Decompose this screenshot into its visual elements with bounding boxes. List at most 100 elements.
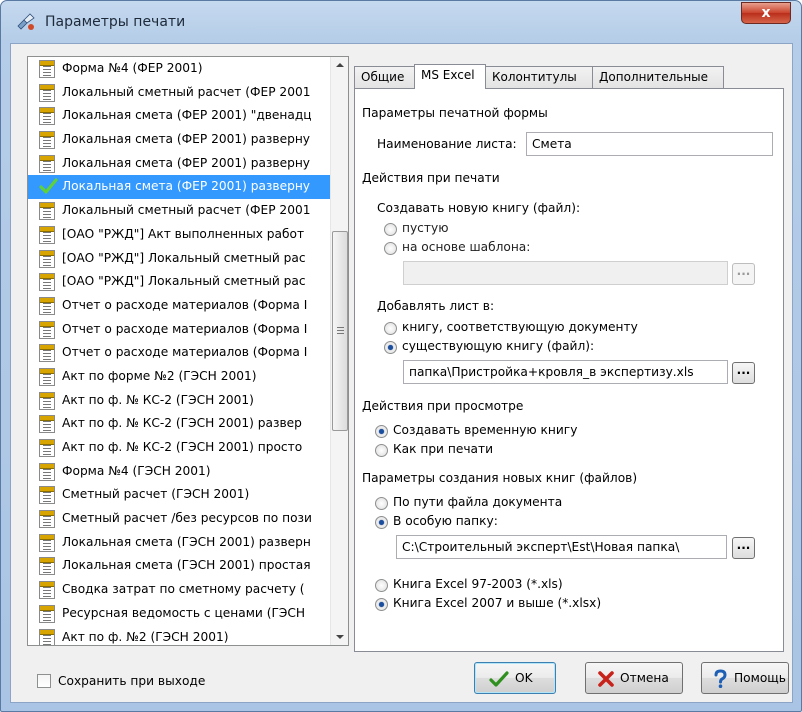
ok-button[interactable]: OK <box>474 662 556 694</box>
dialog-body: Форма №4 (ФЕР 2001) Локальный сметный рас… <box>10 43 793 703</box>
list-item[interactable]: Локальный сметный расчет (ФЕР 2001 <box>28 81 330 105</box>
tab-ms-excel[interactable]: MS Excel <box>414 64 486 89</box>
special-folder-browse-button[interactable]: ... <box>732 537 755 559</box>
forms-list-scrollbar[interactable] <box>330 57 348 645</box>
list-item[interactable]: Акт по форме №2 (ГЭСН 2001) <box>28 365 330 389</box>
document-icon <box>39 154 55 173</box>
list-item-label: Локальная смета (ФЕР 2001) "двенадц <box>62 108 312 123</box>
document-icon <box>39 486 55 505</box>
sheet-name-input[interactable]: Смета <box>526 132 773 156</box>
list-item[interactable]: Акт по ф. № КС-2 (ГЭСН 2001) просто <box>28 436 330 460</box>
list-item[interactable]: [ОАО "РЖД"] Локальный сметный рас <box>28 247 330 271</box>
document-icon <box>39 367 55 386</box>
document-icon <box>39 344 55 363</box>
help-button[interactable]: Помощь <box>701 662 789 694</box>
close-button[interactable]: x <box>741 2 791 24</box>
scroll-up-arrow-icon[interactable] <box>331 57 348 74</box>
document-icon <box>39 439 55 457</box>
document-icon <box>39 202 55 221</box>
radio-button[interactable] <box>384 242 397 255</box>
list-item[interactable]: Акт по ф. № КС-2 (ГЭСН 2001) <box>28 389 330 413</box>
list-item[interactable]: Локальная смета (ФЕР 2001) разверну <box>28 152 330 176</box>
list-item-label: Локальный сметный расчет (ФЕР 2001 <box>62 203 311 218</box>
forms-listbox[interactable]: Форма №4 (ФЕР 2001) Локальный сметный рас… <box>27 56 349 646</box>
radio-button[interactable] <box>375 444 388 457</box>
list-item[interactable]: Акт по ф. №2 (ГЭСН 2001) <box>28 626 330 645</box>
list-item[interactable]: Сметный расчет (ГЭСН 2001) <box>28 483 330 507</box>
cancel-button[interactable]: Отмена <box>585 662 683 694</box>
list-item-label: Локальная смета (ФЕР 2001) разверну <box>62 132 310 147</box>
list-item-label: Локальная смета (ФЕР 2001) разверну <box>62 179 310 194</box>
save-on-exit-label: Сохранить при выходе <box>58 674 206 688</box>
list-item[interactable]: Отчет о расходе материалов (Форма I <box>28 318 330 342</box>
list-item[interactable]: Локальная смета (ГЭСН 2001) разверн <box>28 531 330 555</box>
list-item[interactable]: Форма №4 (ГЭСН 2001) <box>28 460 330 484</box>
tab-additional[interactable]: Дополнительные <box>592 66 724 88</box>
special-folder-path-input[interactable]: C:\Строительный эксперт\Est\Новая папка\ <box>396 535 727 559</box>
list-item[interactable]: Форма №4 (ФЕР 2001) <box>28 57 330 81</box>
list-item-label: Ресурсная ведомость с ценами (ГЭСН <box>62 605 306 620</box>
view-actions-group-title: Действия при просмотре <box>362 399 524 413</box>
radio-button[interactable] <box>375 516 388 529</box>
document-icon <box>39 557 55 576</box>
document-icon <box>39 60 55 78</box>
list-item[interactable]: Отчет о расходе материалов (Форма I <box>28 294 330 318</box>
document-icon <box>39 320 55 339</box>
list-item-label: Акт по ф. № КС-2 (ГЭСН 2001) <box>62 392 254 407</box>
list-item-label: Локальная смета (ГЭСН 2001) простая <box>62 558 311 573</box>
radio-button[interactable] <box>375 579 388 592</box>
list-item[interactable]: Акт по ф. № КС-2 (ГЭСН 2001) развер <box>28 412 330 436</box>
list-item[interactable]: Локальная смета (ГЭСН 2001) простая <box>28 554 330 578</box>
print-settings-window: Параметры печати x Форма №4 (ФЕР 2001) Ло… <box>0 0 802 712</box>
list-item-label: Акт по ф. № КС-2 (ГЭСН 2001) просто <box>62 440 303 454</box>
list-item[interactable]: Локальный сметный расчет (ФЕР 2001 <box>28 199 330 223</box>
list-item[interactable]: Сводка затрат по сметному расчету ( <box>28 578 330 602</box>
radio-button[interactable] <box>375 497 388 510</box>
title-bar: Параметры печати x <box>1 1 802 43</box>
list-item-label: Сводка затрат по сметному расчету ( <box>62 582 305 597</box>
group-divider <box>673 479 775 480</box>
document-icon <box>39 131 55 150</box>
list-item[interactable]: Локальная смета (ФЕР 2001) "двенадц <box>28 104 330 128</box>
list-item[interactable]: Сметный расчет /без ресурсов по пози <box>28 507 330 531</box>
group-divider <box>505 179 775 180</box>
tab-general[interactable]: Общие <box>354 66 415 88</box>
list-item-label: Локальный сметный расчет (ФЕР 2001 <box>62 84 311 99</box>
scroll-thumb[interactable] <box>332 231 348 431</box>
scroll-down-arrow-icon[interactable] <box>331 628 348 645</box>
document-icon <box>39 462 55 481</box>
forms-list: Форма №4 (ФЕР 2001) Локальный сметный рас… <box>28 57 330 645</box>
existing-book-browse-button[interactable]: ... <box>732 362 755 384</box>
list-item-label: Локальная смета (ГЭСН 2001) разверн <box>62 534 311 549</box>
list-item-label: Сметный расчет /без ресурсов по пози <box>62 511 312 526</box>
radio-button[interactable] <box>384 223 397 236</box>
add-sheet-label: Добавлять лист в: <box>377 299 495 313</box>
document-icon <box>39 604 55 623</box>
list-item-label: [ОАО "РЖД"] Акт выполненных работ <box>62 226 305 241</box>
document-icon <box>39 107 55 126</box>
list-item-label: Форма №4 (ФЕР 2001) <box>62 61 203 75</box>
list-item[interactable]: Локальная смета (ФЕР 2001) разверну <box>28 175 330 200</box>
radio-button[interactable] <box>384 341 397 354</box>
help-question-icon <box>714 669 727 688</box>
settings-tabs: Общие MS Excel Колонтитулы Дополнительны… <box>354 64 794 89</box>
radio-button[interactable] <box>384 322 397 335</box>
sheet-name-label: Наименование листа: <box>377 137 517 151</box>
list-item-label: [ОАО "РЖД"] Локальный сметный рас <box>62 250 306 265</box>
radio-button[interactable] <box>375 598 388 611</box>
list-item[interactable]: Отчет о расходе материалов (Форма I <box>28 341 330 365</box>
document-icon <box>39 581 55 600</box>
list-item[interactable]: [ОАО "РЖД"] Локальный сметный рас <box>28 270 330 294</box>
radio-button[interactable] <box>375 425 388 438</box>
list-item-label: Акт по ф. №2 (ГЭСН 2001) <box>62 629 229 644</box>
list-item[interactable]: Локальная смета (ФЕР 2001) разверну <box>28 128 330 152</box>
list-item[interactable]: [ОАО "РЖД"] Акт выполненных работ <box>28 223 330 247</box>
list-item-label: Отчет о расходе материалов (Форма I <box>62 321 308 336</box>
template-path-input[interactable] <box>403 261 728 285</box>
save-on-exit-checkbox[interactable] <box>37 674 51 688</box>
tab-headers-footers[interactable]: Колонтитулы <box>485 66 593 88</box>
template-browse-button[interactable]: ... <box>732 263 755 285</box>
list-item[interactable]: Ресурсная ведомость с ценами (ГЭСН <box>28 602 330 626</box>
group-divider <box>570 114 775 115</box>
existing-book-path-input[interactable]: папка\Пристройка+кровля_в экспертизу.xls <box>403 360 728 384</box>
